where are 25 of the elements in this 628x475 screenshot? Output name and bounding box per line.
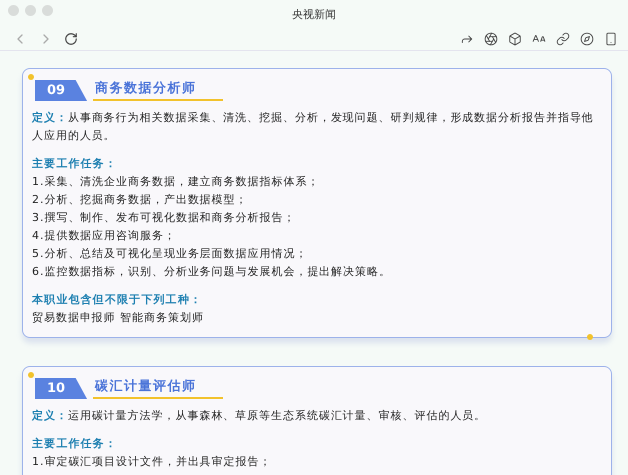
phone-icon[interactable] (604, 32, 618, 46)
task-item: 1.审定碳汇项目设计文件，并出具审定报告； (32, 454, 272, 470)
definition-text: 定义：从事商务行为相关数据采集、清洗、挖掘、分析，发现问题、研判规律，形成数据分析报告并指导他人应用的人员。 (32, 110, 595, 144)
reload-button[interactable] (64, 32, 78, 46)
link-icon[interactable] (556, 32, 570, 46)
section-heading: 本职业包含但不限于下列工种： (32, 292, 204, 308)
dot-icon (28, 74, 34, 80)
task-item: 2.分析、挖掘商务数据，产出数据模型； (32, 192, 249, 208)
section-heading: 主要工作任务： (32, 156, 118, 172)
task-item: 3.撰写、制作、发布可视化数据和商务分析报告； (32, 210, 296, 226)
card-title: 碳汇计量评估师 (93, 377, 223, 399)
task-item: 1.采集、清洗企业商务数据，建立商务数据指标体系； (32, 174, 320, 190)
occupation-list: 贸易数据申报师 智能商务策划师 (32, 309, 601, 327)
aperture-icon[interactable] (484, 32, 498, 46)
section-heading: 主要工作任务： (32, 436, 118, 452)
task-item: 4.提供数据应用咨询服务； (32, 228, 177, 244)
window-title: 央视新闻 (292, 6, 336, 22)
dot-icon (28, 372, 34, 378)
card-title: 商务数据分析师 (93, 79, 223, 101)
task-item: 5.分析、总结及可视化呈现业务层面数据应用情况； (32, 246, 308, 262)
task-item: 6.监控数据指标，识别、分析业务问题与发展机会，提出解决策略。 (32, 264, 392, 280)
definition-text: 定义：运用碳计量方法学，从事森林、草原等生态系统碳汇计量、审核、评估的人员。 (32, 408, 488, 424)
compass-icon[interactable] (580, 32, 594, 46)
cube-icon[interactable] (508, 32, 522, 46)
dot-icon (587, 334, 593, 340)
